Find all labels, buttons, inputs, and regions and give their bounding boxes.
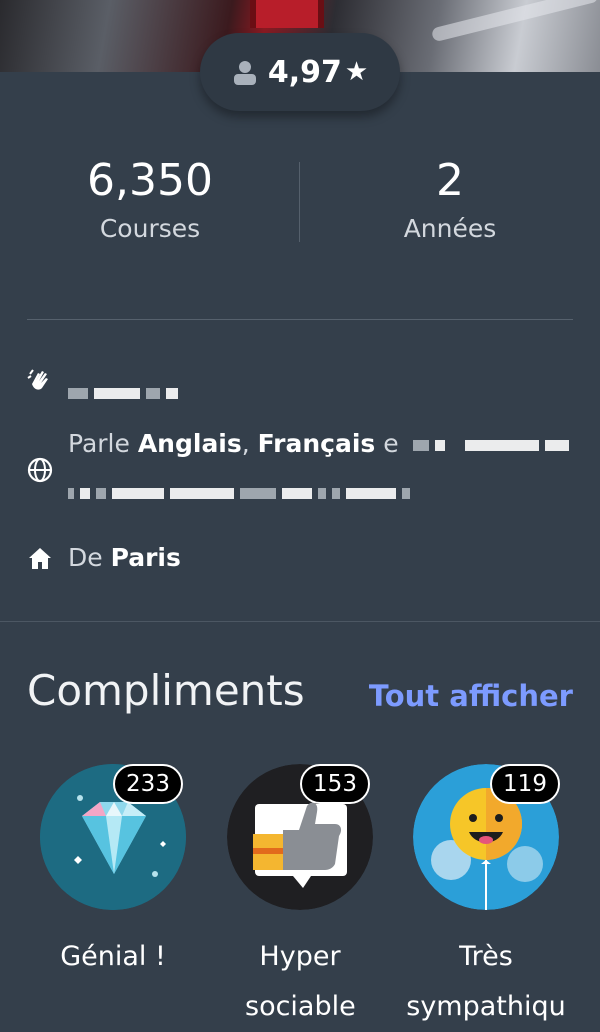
stat-trips-label: Courses xyxy=(99,214,201,243)
cover-photo-detail xyxy=(430,0,600,43)
languages-redacted-line xyxy=(68,474,575,510)
language-1: Anglais xyxy=(137,429,242,458)
info-row-hometown: De Paris xyxy=(26,540,181,576)
languages-separator: , xyxy=(241,429,258,458)
info-row-hobby xyxy=(26,364,184,410)
section-divider xyxy=(0,621,600,622)
compliments-title: Compliments xyxy=(27,666,305,715)
languages-prefix: Parle xyxy=(68,429,138,458)
hometown-prefix: De xyxy=(68,543,111,572)
compliment-badge-awesome[interactable]: 233 Génial ! xyxy=(23,764,203,982)
hobby-text-redacted xyxy=(68,364,184,410)
star-icon: ★ xyxy=(344,57,369,87)
stat-years: 2 Années xyxy=(300,150,600,246)
stat-trips-value: 6,350 xyxy=(87,155,213,206)
rating-value: 4,97 xyxy=(267,54,342,90)
hometown-text: De Paris xyxy=(68,540,181,576)
home-icon xyxy=(29,548,51,569)
languages-suffix: e xyxy=(375,429,399,458)
compliment-count: 153 xyxy=(300,764,370,804)
compliment-count: 233 xyxy=(113,764,183,804)
stat-trips: 6,350 Courses xyxy=(0,150,300,246)
waving-hand-icon xyxy=(27,369,48,390)
compliment-count: 119 xyxy=(490,764,560,804)
compliment-label-text: Hyper sociable xyxy=(245,941,356,1022)
stat-years-label: Années xyxy=(403,214,497,243)
languages-text: Parle Anglais, Français e xyxy=(68,426,575,462)
hometown-city: Paris xyxy=(110,543,181,572)
divider xyxy=(27,319,573,320)
person-icon xyxy=(233,61,256,85)
globe-icon xyxy=(27,457,53,483)
compliment-label: Très sympathiqu xyxy=(396,932,576,1032)
compliment-label: Génial ! xyxy=(60,941,166,972)
compliment-label-text: Très sympathiqu xyxy=(406,941,566,1022)
info-row-languages: Parle Anglais, Français e xyxy=(26,426,575,510)
cover-photo-detail xyxy=(250,0,324,28)
languages-block: Parle Anglais, Français e xyxy=(68,426,575,510)
compliment-label: Hyper sociable xyxy=(210,932,390,1032)
see-all-compliments-link[interactable]: Tout afficher xyxy=(369,676,573,716)
compliment-badge-friendly[interactable]: 119 Très sympathiqu xyxy=(396,764,576,1032)
stats-section: 6,350 Courses 2 Années xyxy=(0,150,600,250)
rating-badge: 4,97 ★ xyxy=(200,33,400,111)
language-2: Français xyxy=(257,429,376,458)
stat-years-value: 2 xyxy=(436,155,464,206)
compliment-badge-sociable[interactable]: 153 Hyper sociable xyxy=(210,764,390,1032)
